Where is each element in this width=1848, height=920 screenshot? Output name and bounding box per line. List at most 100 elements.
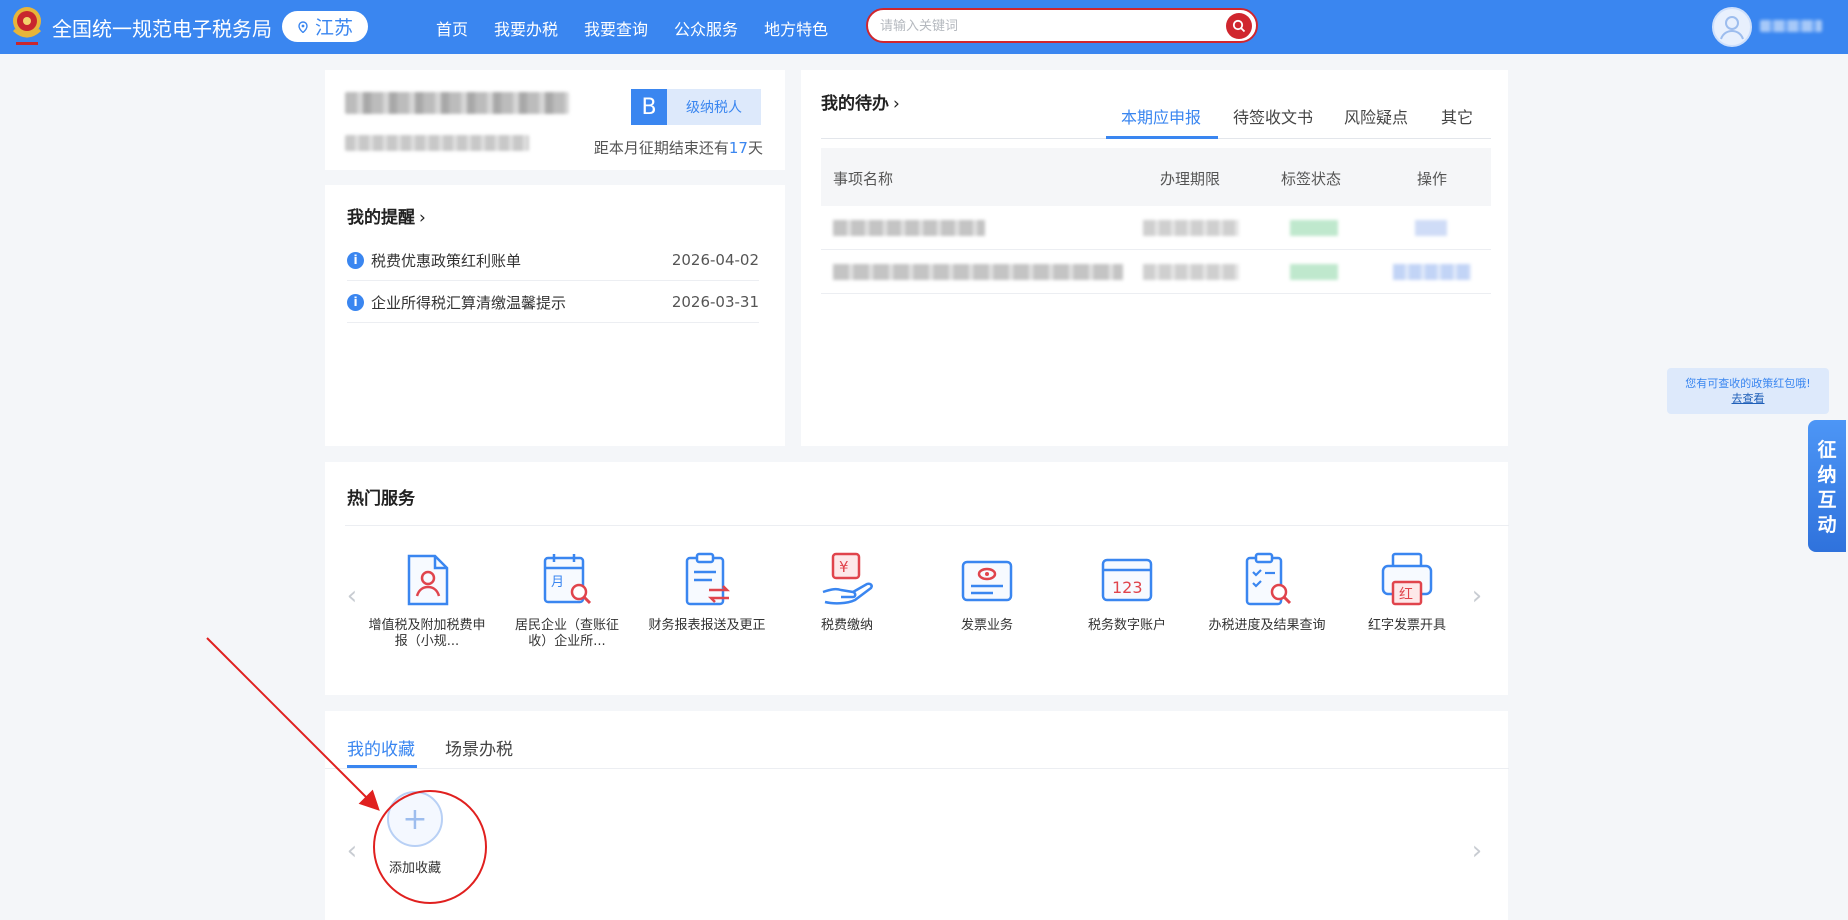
notice-text: 您有可查收的政策红包哦! xyxy=(1685,377,1811,390)
deadline-text: 距本月征期结束还有17天 xyxy=(593,139,763,157)
side-char: 互 xyxy=(1817,489,1837,511)
region-selector[interactable]: 江苏 xyxy=(282,11,368,42)
reminders-card: 我的提醒 › i 税费优惠政策红利账单 2026-04-02 i 企业所得税汇算清… xyxy=(325,185,785,446)
search-input[interactable] xyxy=(880,16,1210,36)
col-deadline: 办理期限 xyxy=(1160,170,1221,188)
side-char: 纳 xyxy=(1817,464,1837,486)
table-row[interactable] xyxy=(821,250,1491,294)
todo-table-header: 事项名称 办理期限 标签状态 操作 xyxy=(821,148,1491,206)
tab-current-declaration[interactable]: 本期应申报 xyxy=(1121,104,1201,128)
level-label: 级纳税人 xyxy=(667,89,761,125)
tab-pending-documents[interactable]: 待签收文书 xyxy=(1233,104,1313,128)
interaction-side-button[interactable]: 征 纳 互 动 xyxy=(1808,420,1846,552)
account-card: B 级纳税人 距本月征期结束还有17天 xyxy=(325,70,785,170)
add-favorite-label: 添加收藏 xyxy=(388,861,441,876)
tax-emblem-logo-icon[interactable] xyxy=(10,4,44,48)
action-link-redacted[interactable] xyxy=(1393,264,1471,280)
carousel-next-icon[interactable]: › xyxy=(1470,581,1484,611)
nav-public-services[interactable]: 公众服务 xyxy=(674,16,738,40)
nav-home[interactable]: 首页 xyxy=(436,16,468,40)
service-label: 税费缴纳 xyxy=(820,618,873,633)
user-avatar-icon[interactable] xyxy=(1712,7,1752,47)
service-invoice-business[interactable]: 发票业务 xyxy=(927,552,1047,634)
hot-services-card: 热门服务 ‹ › 增值税及附加税费申报（小规... 月 居民企业（查账征收）企业… xyxy=(325,462,1509,695)
nav-do-tax[interactable]: 我要办税 xyxy=(494,16,558,40)
svg-text:月: 月 xyxy=(551,575,564,590)
action-link-redacted[interactable] xyxy=(1415,220,1447,236)
item-name-redacted xyxy=(833,220,985,236)
tab-risk-issues[interactable]: 风险疑点 xyxy=(1344,104,1408,128)
level-letter: B xyxy=(631,89,667,125)
info-icon: i xyxy=(347,293,364,311)
hot-services-title: 热门服务 xyxy=(347,489,415,509)
site-title[interactable]: 全国统一规范电子税务局 xyxy=(52,13,272,42)
deadline-redacted xyxy=(1143,220,1239,236)
service-red-invoice[interactable]: 红 红字发票开具 xyxy=(1347,552,1467,634)
reminder-date: 2026-03-31 xyxy=(671,293,759,311)
plus-icon: + xyxy=(387,791,443,847)
yuan-hand-icon: ¥ xyxy=(822,552,873,605)
service-tax-payment[interactable]: ¥ 税费缴纳 xyxy=(787,552,907,634)
service-label: 办税进度及结果查询 xyxy=(1208,618,1326,633)
calendar-search-icon: 月 xyxy=(543,554,592,605)
service-vat-declaration[interactable]: 增值税及附加税费申报（小规... xyxy=(367,552,487,650)
service-financial-statements[interactable]: 财务报表报送及更正 xyxy=(647,552,767,634)
chevron-right-icon: › xyxy=(419,208,426,228)
service-progress-query[interactable]: 办税进度及结果查询 xyxy=(1207,552,1327,634)
invoice-icon xyxy=(961,560,1013,602)
service-label: 发票业务 xyxy=(960,618,1013,633)
person-document-icon xyxy=(407,554,449,606)
service-label: 增值税及附加税费申报（小规... xyxy=(368,618,486,649)
favorites-card: 我的收藏 场景办税 ‹ › + 添加收藏 xyxy=(325,711,1509,920)
region-label: 江苏 xyxy=(314,17,353,39)
reminder-item[interactable]: i 税费优惠政策红利账单 2026-04-02 xyxy=(347,240,759,281)
col-tag-status: 标签状态 xyxy=(1281,170,1342,188)
nav-local-features[interactable]: 地方特色 xyxy=(764,16,828,40)
info-icon: i xyxy=(347,251,364,269)
search-icon xyxy=(1232,19,1246,33)
printer-red-icon: 红 xyxy=(1381,552,1433,606)
policy-redpacket-notice[interactable]: 您有可查收的政策红包哦! 去查看 xyxy=(1667,368,1829,414)
service-label: 税务数字账户 xyxy=(1087,618,1166,633)
table-row[interactable] xyxy=(821,206,1491,250)
tab-my-favorites[interactable]: 我的收藏 xyxy=(347,735,415,760)
service-digital-account[interactable]: 123 税务数字账户 xyxy=(1067,552,1187,634)
clipboard-exchange-icon xyxy=(685,552,731,606)
main-nav: 首页 我要办税 我要查询 公众服务 地方特色 xyxy=(436,16,828,40)
deadline-redacted xyxy=(1143,264,1239,280)
reminder-date: 2026-04-02 xyxy=(671,251,759,269)
add-favorite-button[interactable]: + 添加收藏 xyxy=(373,791,457,876)
tab-scenario-tax[interactable]: 场景办税 xyxy=(445,735,513,760)
reminder-item[interactable]: i 企业所得税汇算清缴温馨提示 2026-03-31 xyxy=(347,282,759,323)
checklist-search-icon xyxy=(1245,552,1292,606)
item-name-redacted xyxy=(833,264,1123,280)
status-tag-redacted xyxy=(1290,220,1338,236)
section-divider xyxy=(345,525,1509,526)
svg-text:¥: ¥ xyxy=(839,558,849,576)
side-char: 动 xyxy=(1817,514,1837,536)
svg-text:123: 123 xyxy=(1112,578,1143,597)
service-enterprise-income-tax[interactable]: 月 居民企业（查账征收）企业所... xyxy=(507,552,627,650)
tab-other[interactable]: 其它 xyxy=(1441,104,1473,128)
chevron-right-icon: › xyxy=(893,94,900,114)
search-button[interactable] xyxy=(1226,13,1252,39)
search-box xyxy=(866,8,1258,43)
tab-divider xyxy=(325,768,1509,769)
user-name-redacted[interactable] xyxy=(1760,20,1822,32)
reminders-title[interactable]: 我的提醒 › xyxy=(347,203,426,228)
carousel-prev-icon[interactable]: ‹ xyxy=(345,581,359,611)
deadline-days: 17 xyxy=(728,139,748,157)
notice-link[interactable]: 去查看 xyxy=(1732,392,1765,405)
todo-title[interactable]: 我的待办 › xyxy=(821,89,900,114)
carousel-next-icon[interactable]: › xyxy=(1470,836,1484,866)
location-pin-icon xyxy=(298,20,308,33)
taxpayer-level-badge: B 级纳税人 xyxy=(631,89,761,125)
nav-query[interactable]: 我要查询 xyxy=(584,16,648,40)
top-navigation-bar: 全国统一规范电子税务局 江苏 首页 我要办税 我要查询 公众服务 地方特色 xyxy=(0,0,1848,54)
reminder-text: 税费优惠政策红利账单 xyxy=(371,251,522,270)
carousel-prev-icon[interactable]: ‹ xyxy=(345,836,359,866)
company-name-redacted xyxy=(345,92,569,114)
col-action: 操作 xyxy=(1417,170,1448,188)
service-label: 居民企业（查账征收）企业所... xyxy=(514,618,619,649)
taxpayer-id-redacted xyxy=(345,135,529,151)
